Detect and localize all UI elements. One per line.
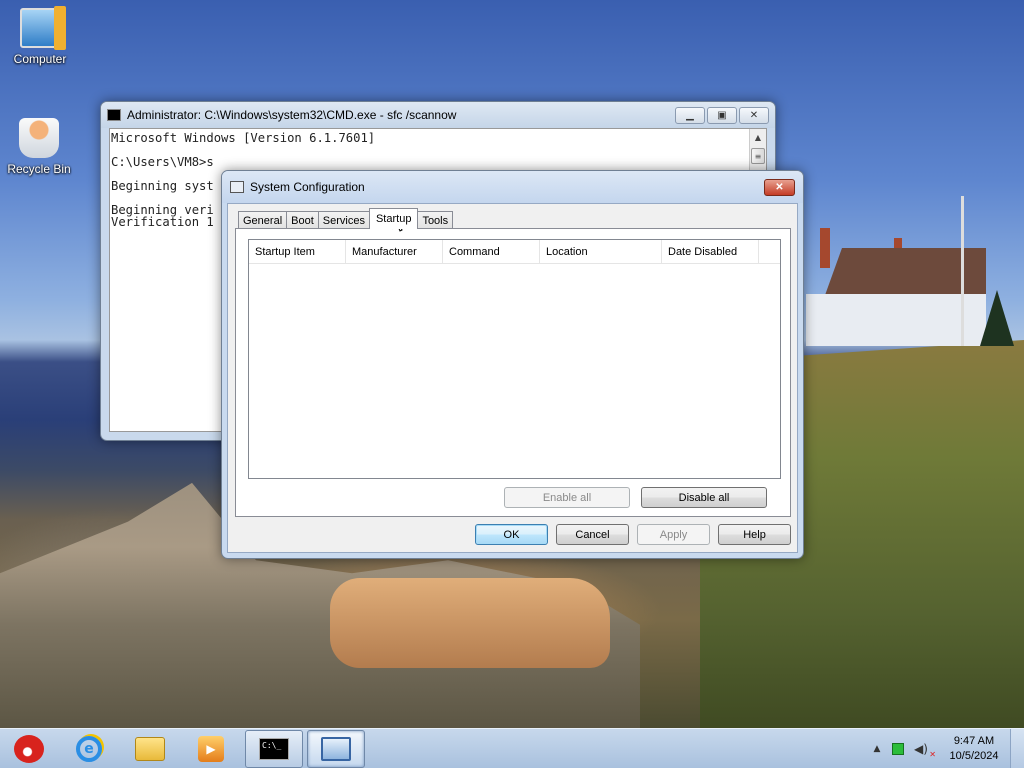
clock-date: 10/5/2024 (949, 750, 999, 762)
taskbar-windows-explorer[interactable] (121, 730, 179, 768)
startup-tab-panel: Startup Item Manufacturer Command Locati… (235, 228, 791, 517)
clock[interactable]: 9:47 AM 10/5/2024 (942, 734, 1006, 764)
cmd-line: Microsoft Windows [Version 6.1.7601] (111, 131, 376, 145)
cmd-titlebar[interactable]: Administrator: C:\Windows\system32\CMD.e… (101, 102, 775, 128)
system-configuration-icon (321, 737, 351, 761)
maximize-button[interactable]: ▣ (707, 106, 737, 124)
enable-all-button[interactable]: Enable all (504, 487, 630, 508)
close-icon: ✕ (775, 181, 784, 193)
computer-icon (20, 6, 66, 50)
cmd-line: C:\Users\VM8>s (111, 155, 214, 169)
close-icon: ✕ (749, 109, 759, 121)
system-configuration-icon (230, 181, 244, 193)
background-flagpole (961, 196, 964, 346)
column-date-disabled[interactable]: Date Disabled (662, 240, 759, 264)
apply-button[interactable]: Apply (637, 524, 710, 545)
taskbar-angry-birds[interactable] (0, 730, 58, 768)
msconfig-client: General Boot Services Startup Tools Star… (227, 203, 798, 553)
scroll-up-arrow-icon[interactable]: ▲ (750, 129, 766, 146)
media-player-icon: ▶ (198, 736, 224, 762)
desktop-icon-recycle-bin[interactable]: Recycle Bin (1, 118, 77, 176)
tab-services[interactable]: Services (317, 211, 370, 229)
background-house (806, 228, 986, 346)
taskbar: e ▶ C:\_ ▲ ◀) 9:47 AM 10/5/2024 (0, 728, 1024, 768)
taskbar-system-configuration[interactable] (307, 730, 365, 768)
recycle-bin-icon (19, 118, 59, 158)
show-hidden-icons-icon[interactable]: ▲ (870, 744, 884, 754)
column-command[interactable]: Command (443, 240, 540, 264)
windows-explorer-icon (135, 737, 165, 761)
msconfig-title: System Configuration (250, 180, 365, 194)
startup-items-list[interactable]: Startup Item Manufacturer Command Locati… (248, 239, 781, 479)
scroll-thumb[interactable]: ≡ (751, 148, 765, 164)
show-desktop-button[interactable] (1010, 729, 1024, 768)
taskbar-media-player[interactable]: ▶ (182, 730, 240, 768)
cmd-icon (107, 109, 121, 121)
close-button[interactable]: ✕ (764, 178, 795, 196)
taskbar-internet-explorer[interactable]: e (60, 730, 118, 768)
desktop-icon-label: Computer (13, 52, 67, 66)
volume-muted-icon[interactable]: ◀) (914, 742, 936, 759)
desktop-icon-computer[interactable]: Computer (2, 6, 78, 66)
list-header: Startup Item Manufacturer Command Locati… (249, 240, 780, 264)
tab-startup[interactable]: Startup (368, 208, 419, 229)
clock-time: 9:47 AM (953, 735, 995, 747)
msconfig-titlebar[interactable]: System Configuration ✕ (222, 171, 803, 203)
tab-strip: General Boot Services Startup Tools (238, 208, 454, 229)
tab-boot[interactable]: Boot (286, 211, 319, 229)
angry-birds-icon (14, 735, 44, 763)
network-icon[interactable] (892, 743, 904, 755)
taskbar-cmd[interactable]: C:\_ (245, 730, 303, 768)
desktop-icon-label: Recycle Bin (7, 162, 71, 176)
system-configuration-dialog[interactable]: System Configuration ✕ General Boot Serv… (221, 170, 804, 559)
cmd-title: Administrator: C:\Windows\system32\CMD.e… (127, 108, 457, 122)
column-location[interactable]: Location (540, 240, 662, 264)
help-button[interactable]: Help (718, 524, 791, 545)
close-button[interactable]: ✕ (739, 106, 769, 124)
ok-button[interactable]: OK (475, 524, 548, 545)
internet-explorer-icon: e (76, 736, 102, 762)
maximize-icon: ▣ (717, 109, 727, 121)
background-boulder (330, 578, 610, 668)
minimize-button[interactable]: ▁ (675, 106, 705, 124)
minimize-icon: ▁ (686, 109, 694, 121)
tab-tools[interactable]: Tools (417, 211, 454, 229)
cancel-button[interactable]: Cancel (556, 524, 629, 545)
column-startup-item[interactable]: Startup Item (249, 240, 346, 264)
column-manufacturer[interactable]: Manufacturer (346, 240, 443, 264)
cmd-icon: C:\_ (259, 738, 289, 760)
tab-general[interactable]: General (238, 211, 288, 229)
system-tray: ▲ ◀) 9:47 AM 10/5/2024 (870, 729, 1024, 768)
disable-all-button[interactable]: Disable all (641, 487, 767, 508)
